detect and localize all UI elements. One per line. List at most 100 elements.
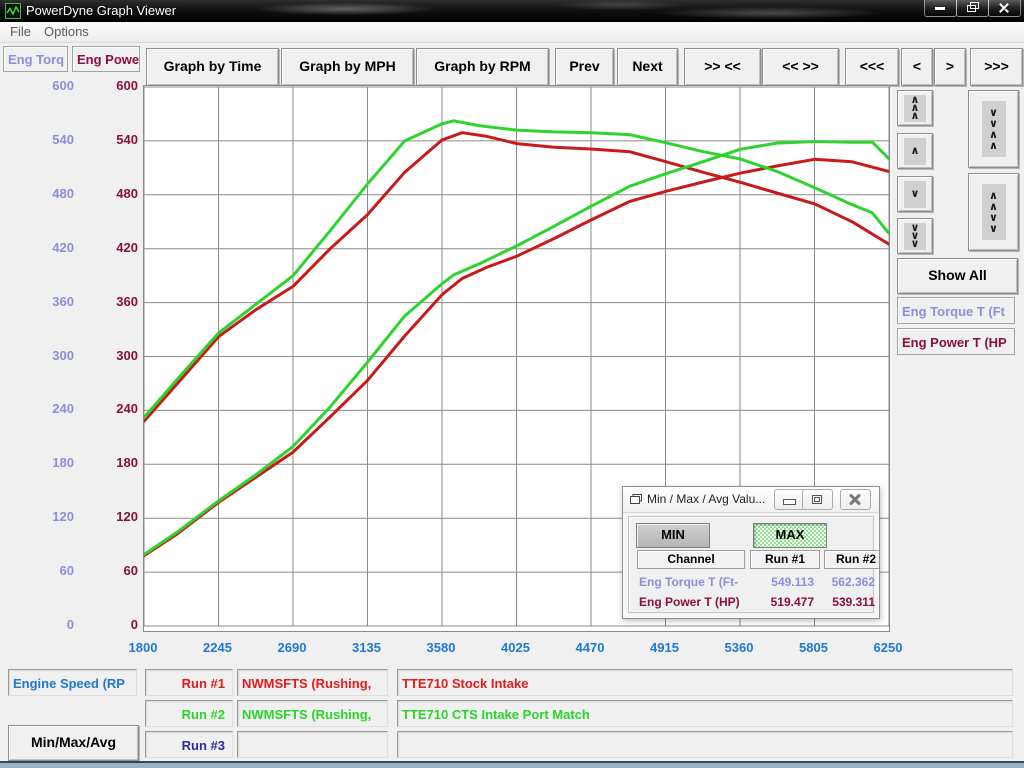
close-icon <box>998 3 1010 13</box>
power-axis-tick: 480 <box>80 186 138 201</box>
restore-icon <box>812 495 822 504</box>
scroll-right-button[interactable]: > <box>934 48 966 86</box>
y-scroll-down-button[interactable]: ∨ <box>897 176 933 212</box>
power-axis-tick: 60 <box>80 563 138 578</box>
minmax-row-channel: Eng Power T (HP) <box>639 595 740 609</box>
next-button[interactable]: Next <box>617 48 678 86</box>
power-axis-tick: 240 <box>80 401 138 416</box>
rpm-axis-tick: 5805 <box>779 640 849 655</box>
prev-button[interactable]: Prev <box>555 48 614 86</box>
run3-label: Run #3 <box>145 731 233 758</box>
app-icon <box>5 3 21 19</box>
torque-axis-tick: 240 <box>16 401 74 416</box>
rpm-axis-tick: 2690 <box>257 640 327 655</box>
minmax-restore-button[interactable] <box>802 489 833 510</box>
window-title: PowerDyne Graph Viewer <box>26 3 176 18</box>
menu-file[interactable]: File <box>6 24 35 39</box>
chevron-down-icon: ∨ <box>911 190 920 198</box>
run1-file-box: NWMSFTS (Rushing, <box>237 669 388 696</box>
rpm-axis-tick: 4470 <box>555 640 625 655</box>
y-scroll-up-button[interactable]: ∧ <box>897 133 933 169</box>
torque-axis-tick: 0 <box>16 617 74 632</box>
close-button[interactable] <box>988 0 1021 17</box>
power-axis-tick: 600 <box>80 78 138 93</box>
torque-axis-tick: 300 <box>16 348 74 363</box>
channel-column-header[interactable]: Channel <box>637 550 745 569</box>
minmax-window-icon <box>629 493 643 506</box>
run1-column-header[interactable]: Run #1 <box>750 550 820 569</box>
y-zoom-out-button[interactable]: ∧ ∧ ∨ ∨ <box>968 173 1019 251</box>
minmax-row-channel: Eng Torque T (Ft- <box>639 575 738 589</box>
expand-vertical-icon: ∧ ∧ ∨ ∨ <box>989 190 998 234</box>
minmax-title-bar[interactable]: Min / Max / Avg Valu... <box>623 487 879 513</box>
minmax-window-title: Min / Max / Avg Valu... <box>647 492 765 506</box>
triple-chevron-up-icon: ∧ ∧ ∧ <box>911 96 920 120</box>
minmax-row-run2-value: 539.311 <box>822 595 875 609</box>
x-axis-channel-label: Engine Speed (RP <box>8 669 137 696</box>
torque-axis-tick: 420 <box>16 240 74 255</box>
rpm-axis-tick: 2245 <box>183 640 253 655</box>
torque-axis-tick: 360 <box>16 294 74 309</box>
graph-by-rpm-button[interactable]: Graph by RPM <box>416 48 549 86</box>
rpm-axis-tick: 3135 <box>332 640 402 655</box>
minmax-avg-button[interactable]: Min/Max/Avg <box>8 725 139 761</box>
powerdyne-graph-viewer-window: PowerDyne Graph Viewer File Options Eng … <box>0 0 1024 768</box>
minimize-button[interactable] <box>924 0 957 17</box>
power-axis-tick: 300 <box>80 348 138 363</box>
title-bar[interactable]: PowerDyne Graph Viewer <box>0 0 1024 22</box>
rpm-axis-tick: 3580 <box>406 640 476 655</box>
torque-axis-tick: 120 <box>16 509 74 524</box>
run3-description-box <box>397 731 1013 758</box>
min-toggle-button[interactable]: MIN <box>636 523 710 548</box>
zoom-in-x-button[interactable]: >> << <box>684 48 761 86</box>
torque-axis-tick: 480 <box>16 186 74 201</box>
minmax-minimize-button[interactable] <box>774 489 805 510</box>
run1-label: Run #1 <box>145 669 233 696</box>
rpm-axis-tick: 6250 <box>853 640 923 655</box>
chevron-up-icon: ∧ <box>911 147 920 155</box>
torque-axis-tick: 540 <box>16 132 74 147</box>
graph-by-mph-button[interactable]: Graph by MPH <box>281 48 414 86</box>
tab-torque-channel[interactable]: Eng Torq <box>3 46 68 72</box>
restore-button[interactable] <box>956 0 989 17</box>
restore-icon <box>967 5 976 12</box>
rpm-axis-tick: 4025 <box>481 640 551 655</box>
y-scroll-page-down-button[interactable]: ∨ ∨ ∨ <box>897 218 933 254</box>
minimize-icon <box>935 7 945 10</box>
scroll-left-button[interactable]: < <box>901 48 933 86</box>
rpm-axis-tick: 5360 <box>704 640 774 655</box>
zoom-out-x-button[interactable]: << >> <box>762 48 839 86</box>
torque-axis-tick: 180 <box>16 455 74 470</box>
menu-options[interactable]: Options <box>40 24 93 39</box>
rpm-axis-tick: 1800 <box>108 640 178 655</box>
scroll-far-left-button[interactable]: <<< <box>845 48 899 86</box>
minmax-close-button[interactable] <box>840 489 871 510</box>
torque-channel-label[interactable]: Eng Torque T (Ft <box>897 297 1015 324</box>
y-scroll-page-up-button[interactable]: ∧ ∧ ∧ <box>897 90 933 126</box>
power-axis-tick: 540 <box>80 132 138 147</box>
minmax-row-run1-value: 519.477 <box>744 595 814 609</box>
power-axis-tick: 120 <box>80 509 138 524</box>
tab-power-channel[interactable]: Eng Powe <box>72 46 140 72</box>
graph-by-time-button[interactable]: Graph by Time <box>146 48 279 86</box>
y-zoom-in-button[interactable]: ∨ ∨ ∧ ∧ <box>968 90 1019 168</box>
collapse-vertical-icon: ∨ ∨ ∧ ∧ <box>989 107 998 151</box>
run2-label: Run #2 <box>145 700 233 727</box>
power-axis-tick: 0 <box>80 617 138 632</box>
power-axis-tick: 180 <box>80 455 138 470</box>
scroll-far-right-button[interactable]: >>> <box>970 48 1023 86</box>
power-axis-tick: 360 <box>80 294 138 309</box>
power-channel-label[interactable]: Eng Power T (HP <box>897 328 1015 355</box>
minmax-row-run2-value: 562.362 <box>822 575 875 589</box>
menu-bar: File Options <box>0 22 1024 43</box>
power-axis-tick: 420 <box>80 240 138 255</box>
show-all-button[interactable]: Show All <box>897 258 1018 294</box>
window-controls <box>925 0 1021 17</box>
minmax-row-run1-value: 549.113 <box>744 575 814 589</box>
minmax-values-window: Min / Max / Avg Valu... MIN MAX Channel … <box>622 486 880 619</box>
minimize-icon <box>783 499 796 505</box>
max-toggle-button[interactable]: MAX <box>753 523 827 548</box>
window-bottom-border <box>0 761 1024 768</box>
run2-column-header[interactable]: Run #2 <box>824 550 880 569</box>
run2-description-box: TTE710 CTS Intake Port Match <box>397 700 1013 727</box>
